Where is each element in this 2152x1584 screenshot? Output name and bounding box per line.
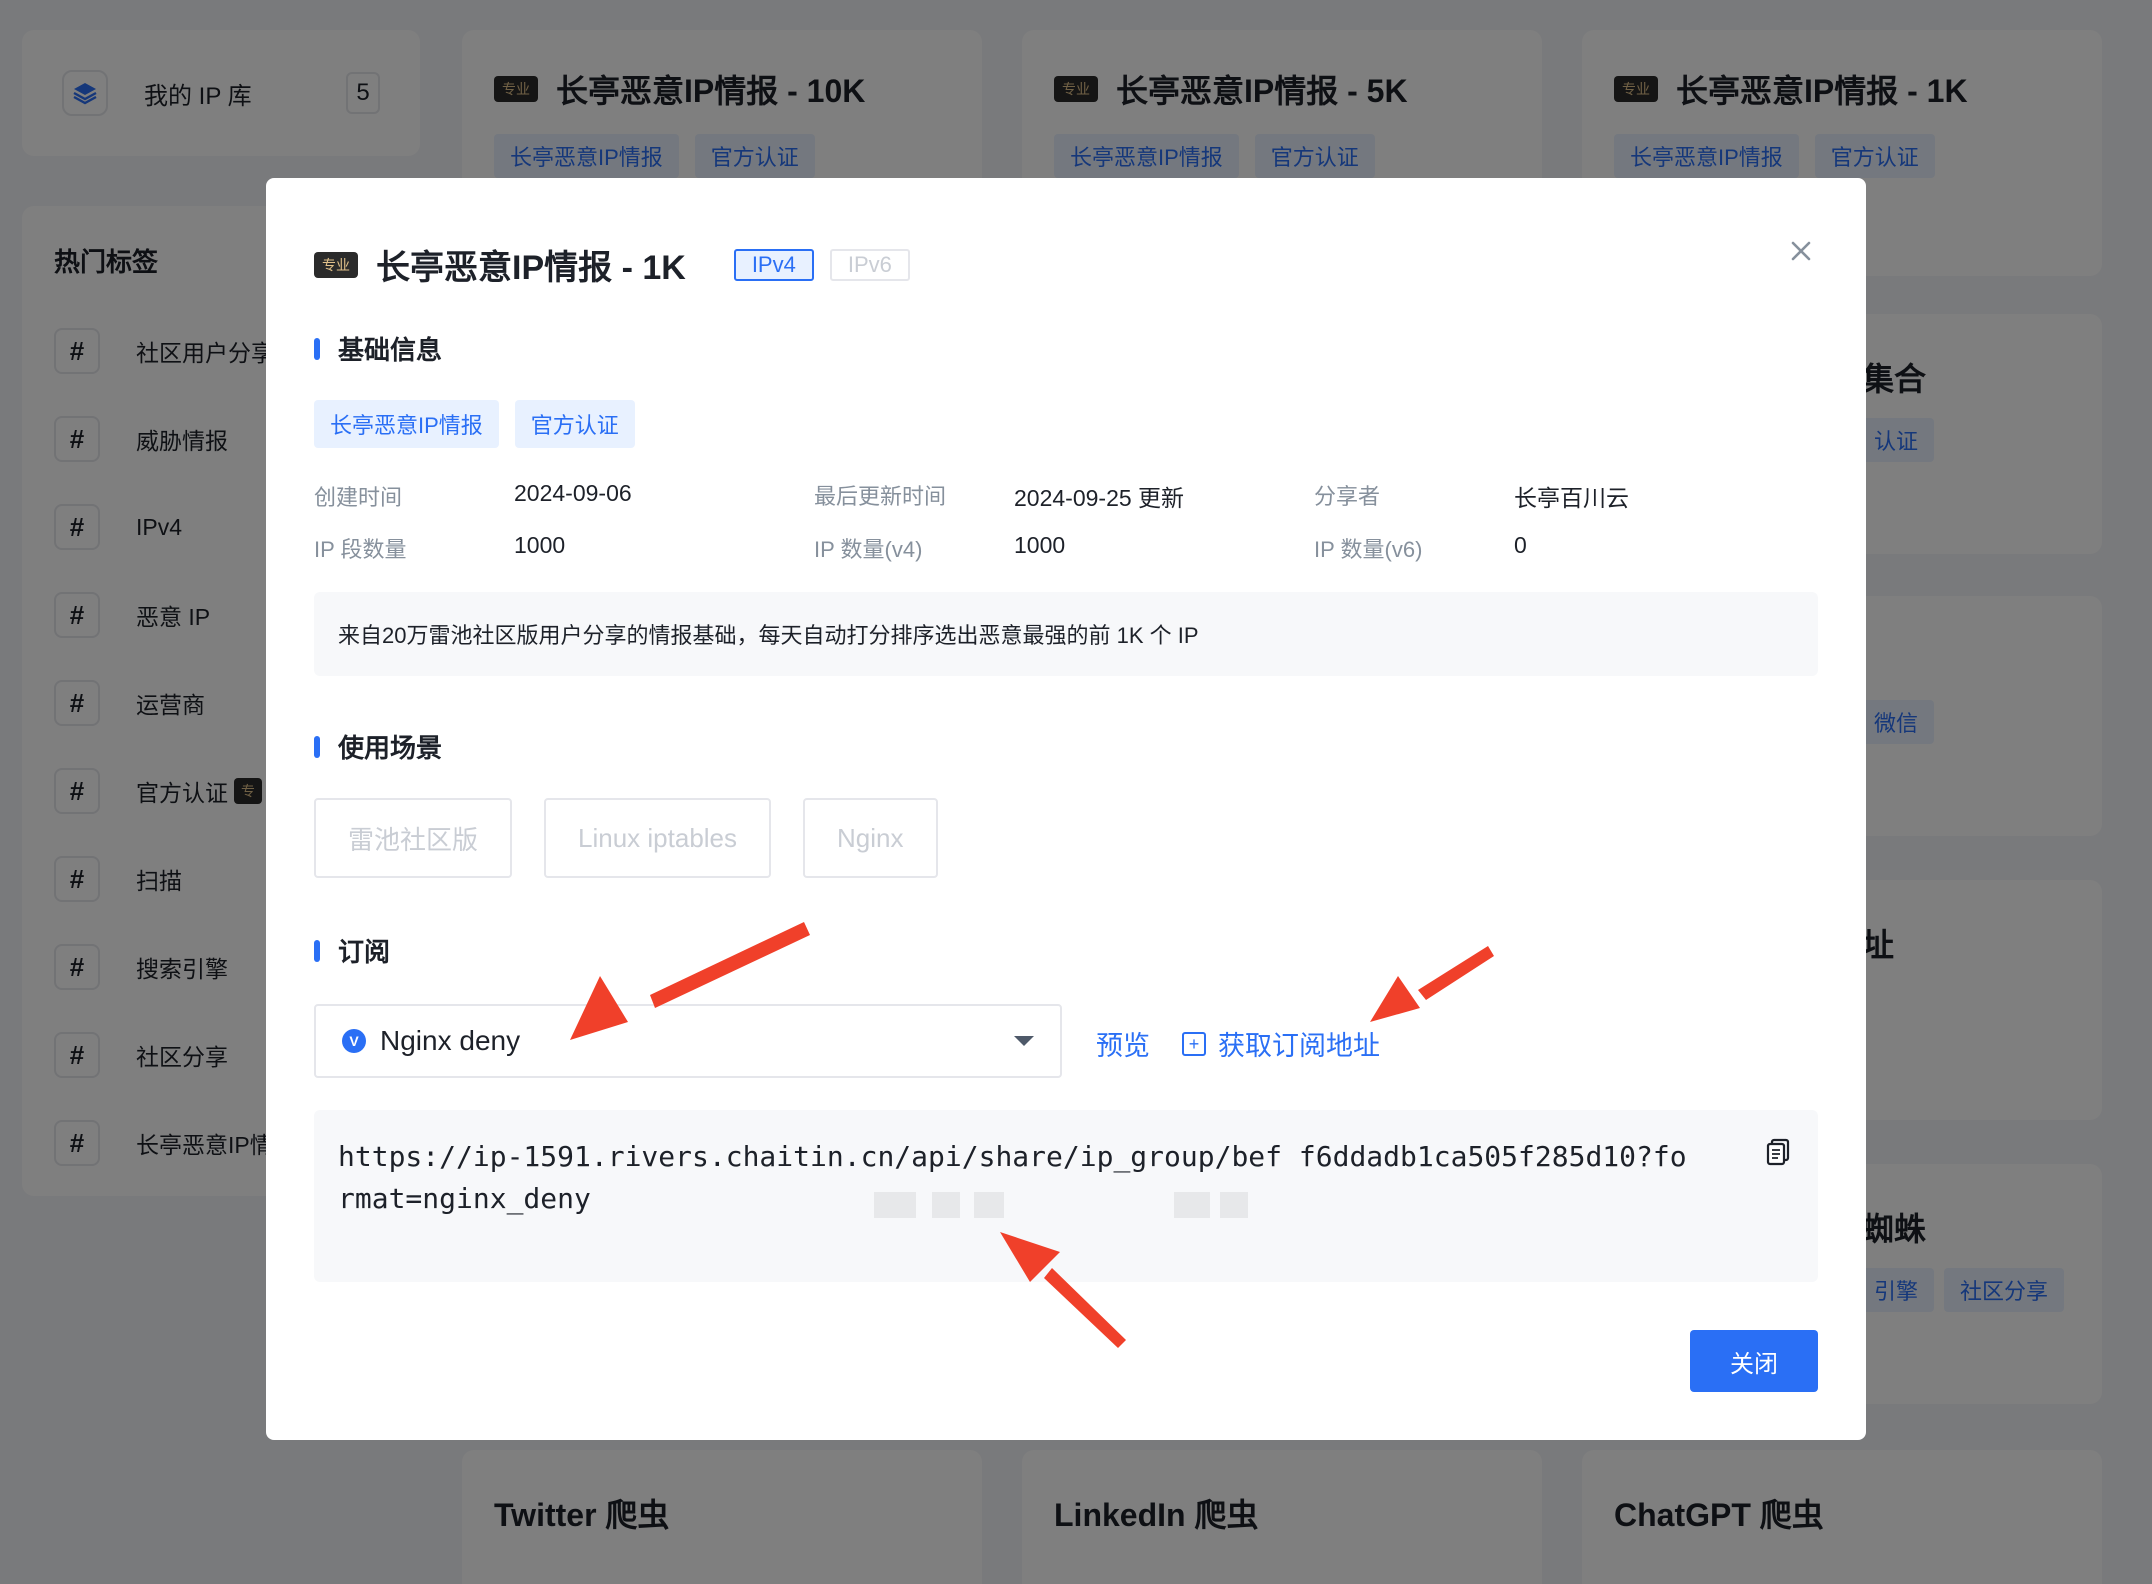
info-key: IP 数量(v4) xyxy=(814,537,923,562)
ip-intel-modal: 专业 长亭恶意IP情报 - 1K IPv4 IPv6 基础信息 长亭恶意IP情报… xyxy=(266,178,1866,1440)
verified-icon: V xyxy=(342,1029,366,1053)
subscribe-url-box: https://ip-1591.rivers.chaitin.cn/api/sh… xyxy=(314,1110,1818,1282)
info-value: 2024-09-25 更新 xyxy=(1014,485,1185,511)
redaction-mark xyxy=(1174,1192,1210,1218)
tag[interactable]: 长亭恶意IP情报 xyxy=(314,400,499,448)
subscribe-format-select[interactable]: V Nginx deny xyxy=(314,1004,1062,1078)
tab-ipv6[interactable]: IPv6 xyxy=(829,248,910,281)
modal-title: 长亭恶意IP情报 - 1K xyxy=(376,249,686,287)
scenario-nginx-button[interactable]: Nginx xyxy=(803,798,938,878)
section-bar xyxy=(314,337,320,360)
info-row: 创建时间 2024-09-06 最后更新时间 2024-09-25 更新 分享者 长亭… xyxy=(314,470,1814,522)
info-key: IP 数量(v6) xyxy=(1314,537,1423,562)
modal-tags: 长亭恶意IP情报 官方认证 xyxy=(314,400,635,448)
close-button[interactable]: 关闭 xyxy=(1690,1330,1818,1392)
copy-icon[interactable] xyxy=(1766,1138,1792,1166)
section-bar xyxy=(314,735,320,758)
get-subscribe-url-link[interactable]: + 获取订阅地址 xyxy=(1182,1024,1380,1063)
section-scenarios: 使用场景 xyxy=(314,728,442,765)
section-basic-info: 基础信息 xyxy=(314,330,442,367)
info-row: IP 段数量 1000 IP 数量(v4) 1000 IP 数量(v6) 0 xyxy=(314,522,1814,574)
description-text: 来自20万雷池社区版用户分享的情报基础，每天自动打分排序选出恶意最强的前 1K … xyxy=(338,623,1199,648)
section-title: 基础信息 xyxy=(338,335,443,365)
select-value: Nginx deny xyxy=(380,1025,521,1056)
subscribe-url[interactable]: https://ip-1591.rivers.chaitin.cn/api/sh… xyxy=(338,1136,1698,1220)
section-title: 订阅 xyxy=(338,937,391,967)
preview-link[interactable]: 预览 xyxy=(1096,1024,1150,1063)
section-bar xyxy=(314,939,320,962)
close-icon[interactable] xyxy=(1784,234,1818,268)
pro-badge: 专业 xyxy=(314,251,358,278)
info-value: 1000 xyxy=(514,532,566,558)
redaction-mark xyxy=(1220,1192,1248,1218)
info-value: 1000 xyxy=(1014,532,1066,558)
scenario-safeline-button[interactable]: 雷池社区版 xyxy=(314,798,513,878)
info-key: 分享者 xyxy=(1314,484,1381,509)
section-subscribe: 订阅 xyxy=(314,932,390,969)
chevron-down-icon xyxy=(1014,1036,1034,1046)
info-value: 长亭百川云 xyxy=(1514,485,1629,511)
info-key: 创建时间 xyxy=(314,485,403,510)
info-value: 0 xyxy=(1514,532,1527,558)
info-grid: 创建时间 2024-09-06 最后更新时间 2024-09-25 更新 分享者 长亭… xyxy=(314,470,1814,574)
redaction-mark xyxy=(932,1192,960,1218)
info-value: 2024-09-06 xyxy=(514,480,632,506)
redaction-mark xyxy=(874,1192,916,1218)
info-key: IP 段数量 xyxy=(314,537,407,562)
tag[interactable]: 官方认证 xyxy=(514,400,635,448)
scenario-iptables-button[interactable]: Linux iptables xyxy=(544,798,772,878)
info-key: 最后更新时间 xyxy=(814,484,947,509)
plus-square-icon: + xyxy=(1182,1031,1206,1056)
scenario-buttons: 雷池社区版 Linux iptables Nginx xyxy=(314,798,938,878)
tab-ipv4[interactable]: IPv4 xyxy=(733,248,814,281)
description-box: 来自20万雷池社区版用户分享的情报基础，每天自动打分排序选出恶意最强的前 1K … xyxy=(314,592,1818,676)
redaction-mark xyxy=(974,1192,1004,1218)
modal-header: 专业 长亭恶意IP情报 - 1K IPv4 IPv6 xyxy=(314,240,910,289)
get-url-label: 获取订阅地址 xyxy=(1218,1031,1380,1061)
section-title: 使用场景 xyxy=(338,733,443,763)
